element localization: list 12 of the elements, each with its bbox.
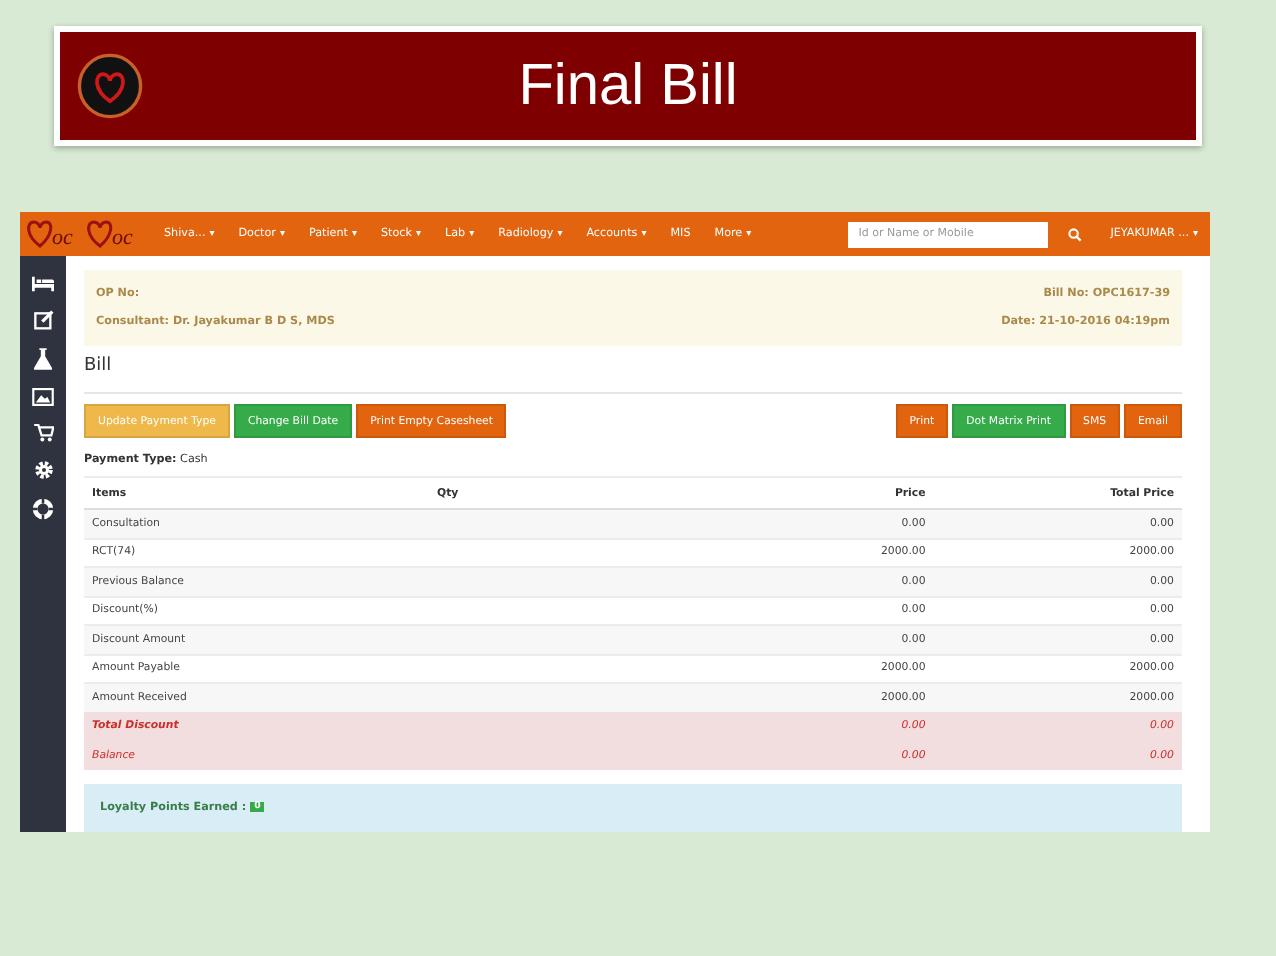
logo-drawing: oc oc	[24, 216, 148, 252]
section-heading: Bill	[84, 356, 112, 380]
lifebuoy-icon[interactable]	[32, 498, 54, 520]
cart-icon[interactable]	[33, 424, 53, 442]
bed-icon[interactable]	[32, 276, 54, 292]
slide-title: Final Bill	[518, 53, 738, 119]
image-icon[interactable]	[32, 388, 54, 406]
search-icon[interactable]	[1068, 227, 1083, 241]
heart-logo-icon	[76, 52, 144, 120]
edit-icon[interactable]	[33, 310, 53, 330]
flask-icon[interactable]	[34, 348, 52, 370]
settings-icon[interactable]	[33, 460, 53, 480]
